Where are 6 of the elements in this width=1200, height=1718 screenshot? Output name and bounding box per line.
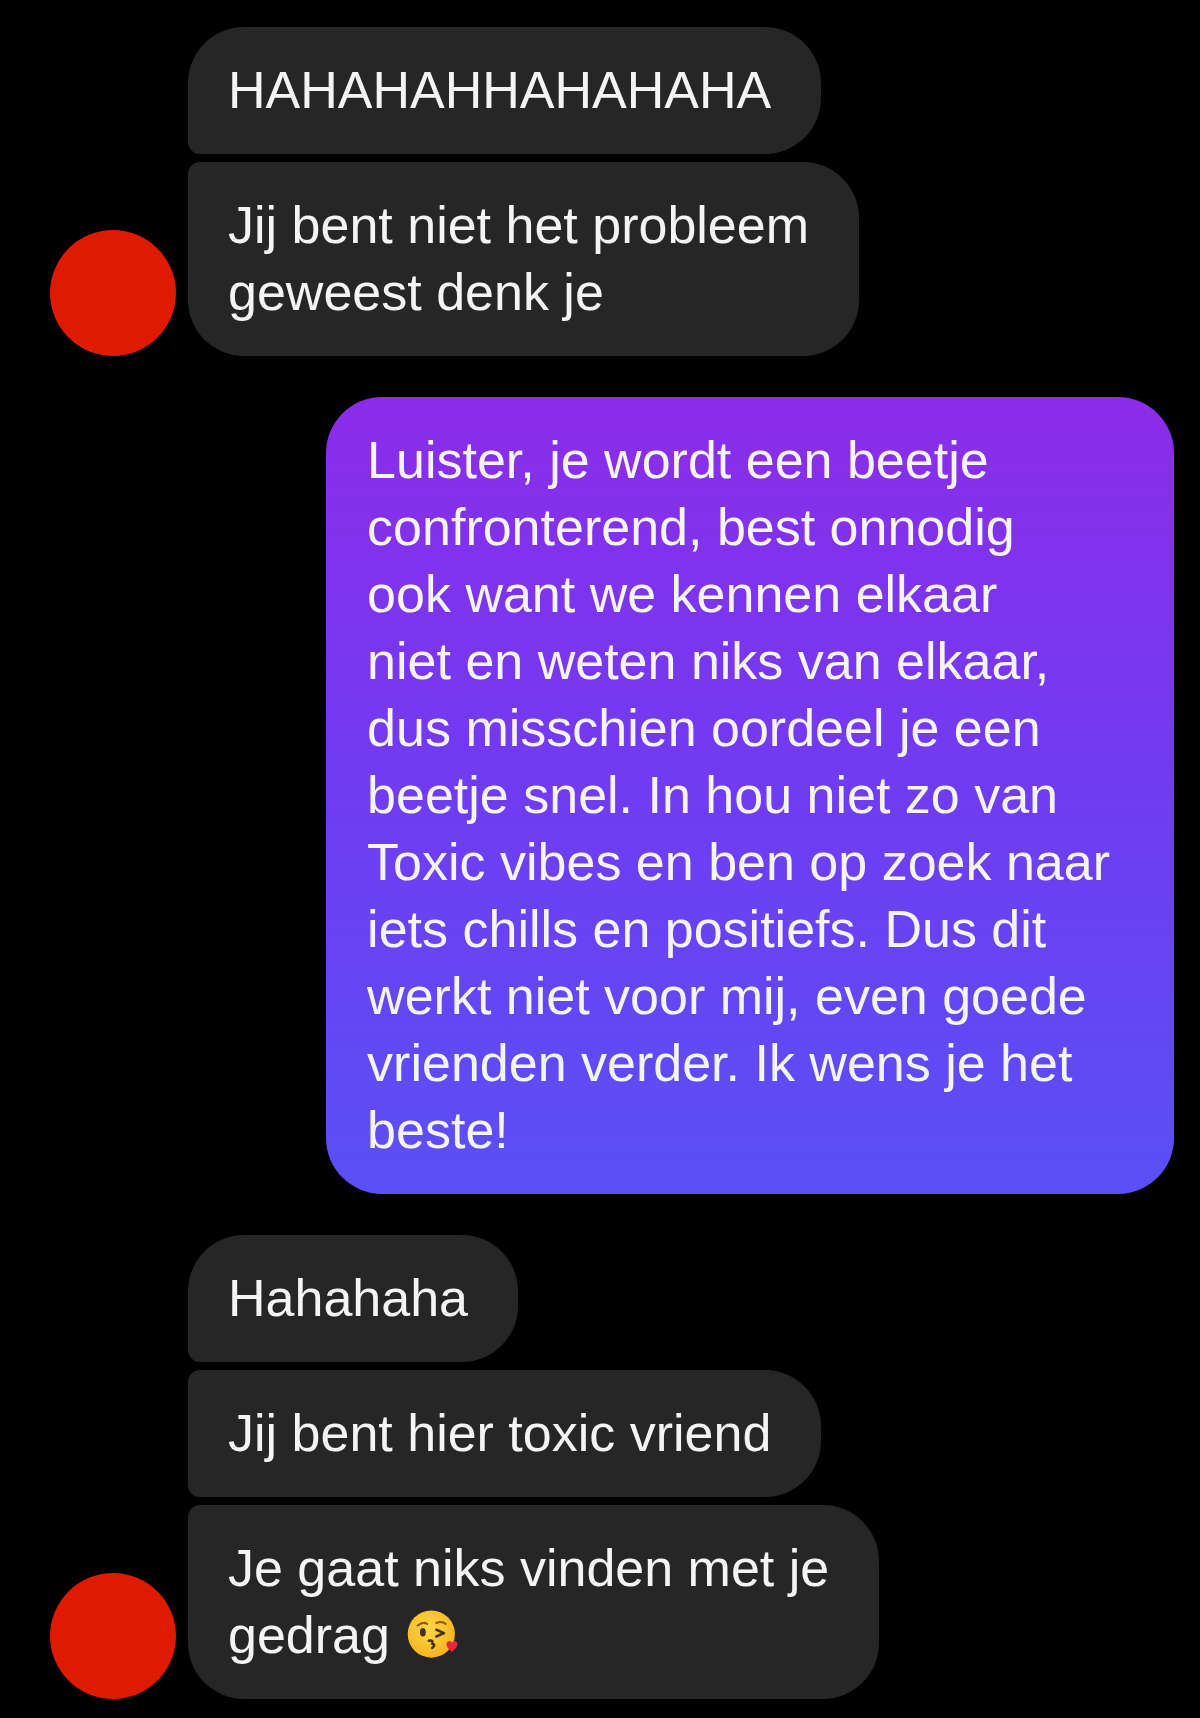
message-text: Jij bent hier toxic vriend (228, 1404, 772, 1462)
message-text: Jij bent niet het probleem geweest denk je (228, 196, 809, 321)
message-text: Je gaat niks vinden met je gedrag (228, 1539, 830, 1664)
message-text: HAHAHAHHAHAHAHA (228, 61, 772, 119)
message-text: Hahahaha (228, 1269, 468, 1327)
message-text: Luister, je wordt een beetje confronterend, best onnodig ook want we kennen elkaar niet en weten niks van elkaar, dus misschien oordeel je een beetje snel. In hou niet zo van Toxic vibes en ben op zoek naar iets chills en positiefs. Dus dit werkt niet voor mij, even goede vrienden verder. Ik wens je het beste! (367, 431, 1110, 1159)
